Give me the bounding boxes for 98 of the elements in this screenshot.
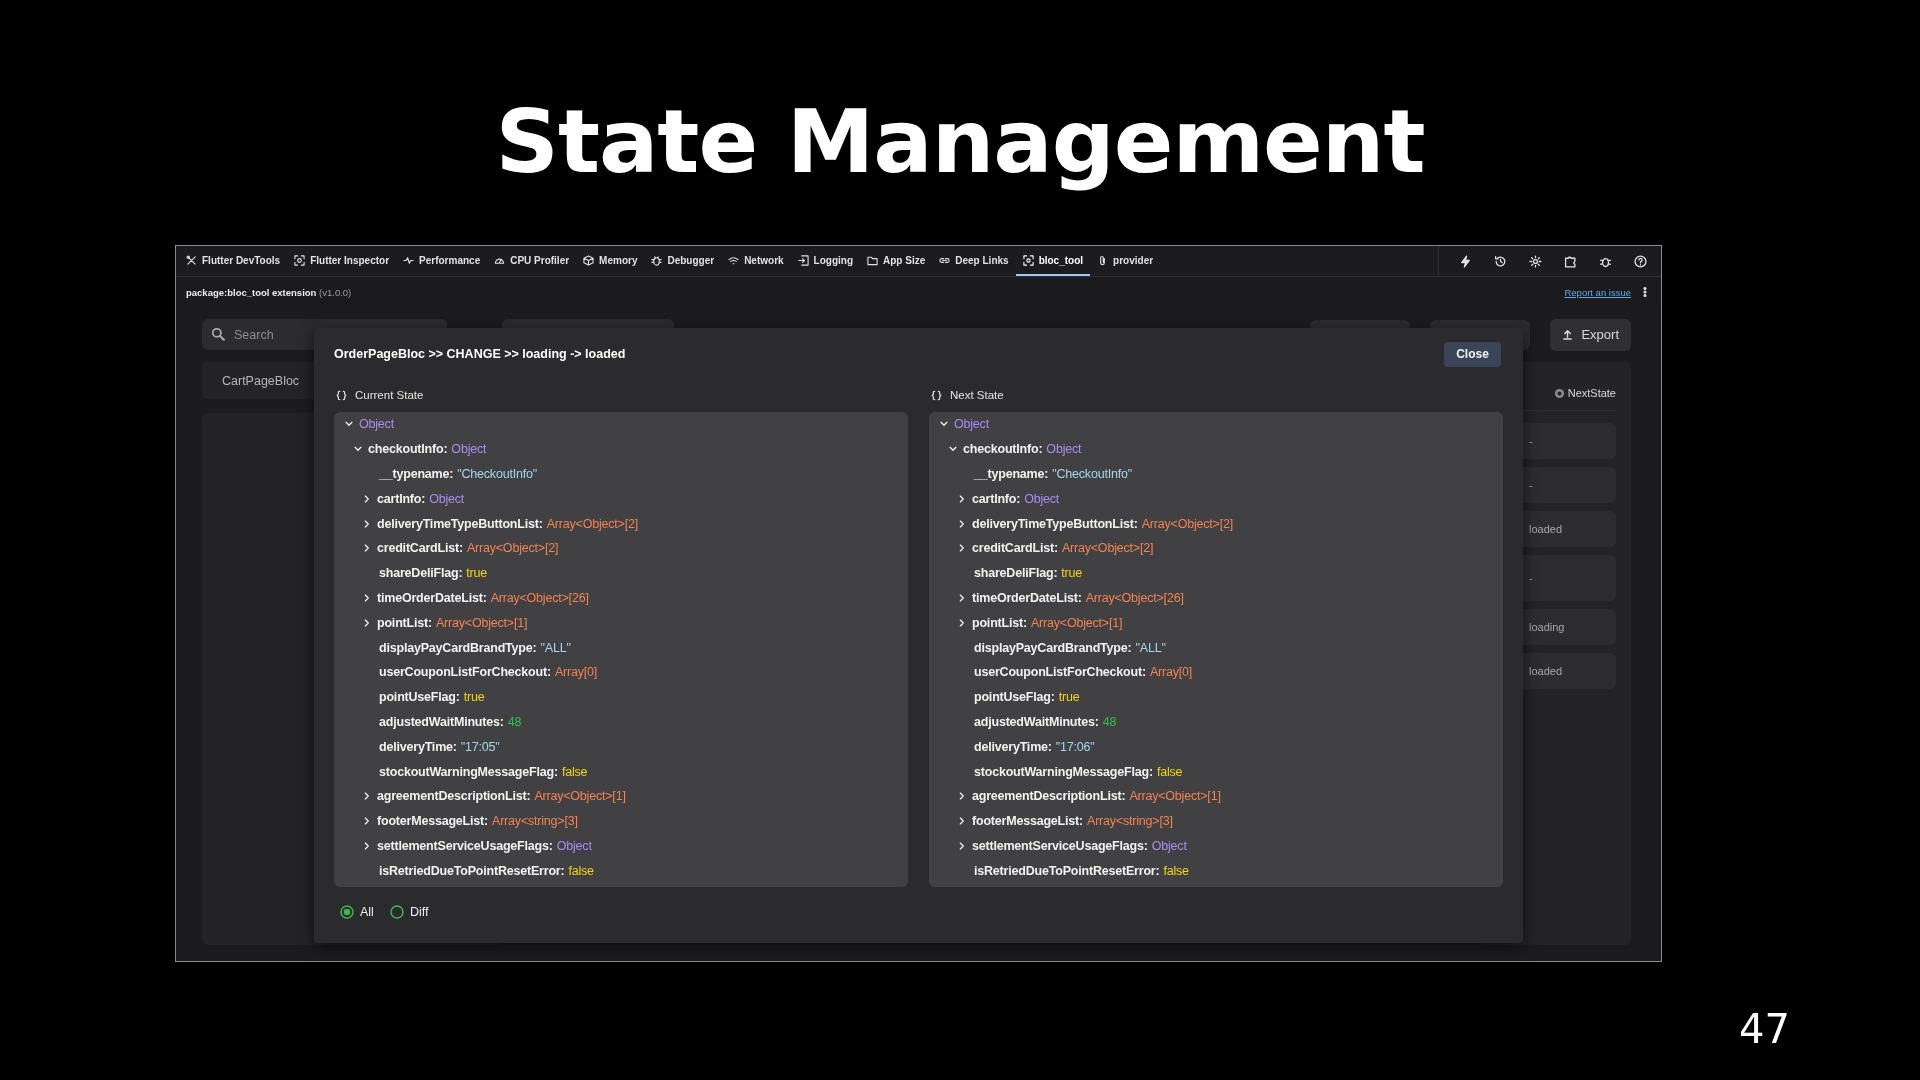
chevron-right-icon[interactable] <box>362 816 372 827</box>
chevron-right-icon[interactable] <box>957 840 967 851</box>
panel-label: Current State <box>355 389 424 401</box>
tree-node-label: deliveryTime: "17:05" <box>379 739 500 754</box>
toolbar-tab[interactable]: Flutter DevTools <box>179 246 288 276</box>
settings-icon[interactable] <box>1529 254 1542 268</box>
tree-node-label: displayPayCardBrandType: "ALL" <box>974 640 1166 655</box>
tree-node-label: timeOrderDateList: Array<Object>[26] <box>377 590 589 605</box>
slide-title: State Management <box>495 90 1425 193</box>
tree-node-label: creditCardList: Array<Object>[2] <box>377 541 559 556</box>
toolbar-tab[interactable]: Deep Links <box>932 246 1016 276</box>
dialog-title: OrderPageBloc >> CHANGE >> loading -> loaded <box>334 347 626 361</box>
close-button[interactable]: Close <box>1444 341 1501 367</box>
tree-node-label: checkoutInfo: Object <box>963 442 1082 457</box>
tree-node-label: stockoutWarningMessageFlag: false <box>379 764 588 779</box>
toolbar-tab[interactable]: provider <box>1090 246 1161 276</box>
more-icon[interactable] <box>1643 286 1647 298</box>
toolbar-tab[interactable]: Memory <box>576 246 645 276</box>
toolbar-tab[interactable]: Logging <box>790 246 861 276</box>
tree-node-label: settlementServiceUsageFlags: Object <box>377 838 592 853</box>
pulse-icon <box>403 254 415 266</box>
chevron-right-icon[interactable] <box>362 791 372 802</box>
page-number: 47 <box>1739 1006 1790 1052</box>
tree-node-label: checkoutInfo: Object <box>368 442 487 457</box>
chevron-right-icon[interactable] <box>362 518 372 529</box>
chevron-right-icon[interactable] <box>362 617 372 628</box>
tree-node-label: settlementServiceUsageFlags: Object <box>972 838 1187 853</box>
tree-node-label: agreementDescriptionList: Array<Object>[1] <box>972 789 1221 804</box>
export-button[interactable]: Export <box>1550 318 1631 351</box>
cube-icon <box>583 254 595 266</box>
tree-node-label: footerMessageList: Array<string>[3] <box>972 814 1173 829</box>
help-icon[interactable] <box>1634 254 1647 268</box>
tree-node-label: __typename: "CheckoutInfo" <box>379 467 537 481</box>
braces-icon <box>931 389 942 401</box>
tree-node-label: userCouponListForCheckout: Array[0] <box>379 665 598 680</box>
report-issue-link[interactable]: Report an issue <box>1564 286 1631 298</box>
extension-title: package:bloc_tool extension (v1.0.0) <box>186 286 352 298</box>
tree-node-label: Object <box>359 417 394 432</box>
inspector-icon <box>294 254 306 266</box>
tree-node-label: displayPayCardBrandType: "ALL" <box>379 640 571 655</box>
search-icon <box>211 327 225 341</box>
chevron-right-icon[interactable] <box>362 592 372 603</box>
tree-node-label: isRetriedDueToPointResetError: false <box>379 863 594 878</box>
tree-node-label: deliveryTimeTypeButtonList: Array<Object>[2] <box>972 516 1233 531</box>
folder-icon <box>867 254 879 266</box>
tree-node-label: Object <box>954 417 989 432</box>
history-icon[interactable] <box>1494 254 1507 268</box>
chevron-right-icon[interactable] <box>362 543 372 554</box>
radio-option[interactable]: All <box>340 905 374 919</box>
puzzle-icon[interactable] <box>1564 254 1577 268</box>
tree-node-label: shareDeliFlag: true <box>974 566 1083 581</box>
toolbar-tab[interactable]: Flutter Inspector <box>287 246 397 276</box>
tools-icon <box>186 254 197 266</box>
target-icon <box>1022 254 1034 266</box>
tree-node-label: cartInfo: Object <box>972 491 1060 506</box>
chevron-right-icon[interactable] <box>957 816 967 827</box>
tree-node-label: pointUseFlag: true <box>379 690 485 705</box>
tree-node-label: stockoutWarningMessageFlag: false <box>974 764 1183 779</box>
chevron-right-icon[interactable] <box>957 617 967 628</box>
toolbar-tab[interactable]: App Size <box>860 246 933 276</box>
toolbar-tab[interactable]: CPU Profiler <box>487 246 577 276</box>
tree-node-label: userCouponListForCheckout: Array[0] <box>974 665 1193 680</box>
list-header: NextState <box>1567 387 1616 399</box>
tree-node-label: pointUseFlag: true <box>974 690 1080 705</box>
tree-node-label: pointList: Array<Object>[1] <box>972 615 1123 630</box>
tree-node-label: shareDeliFlag: true <box>379 566 488 581</box>
tree-node-label: deliveryTime: "17:06" <box>974 739 1095 754</box>
tree-node-label: cartInfo: Object <box>377 491 465 506</box>
toolbar-tab[interactable]: Network <box>721 246 791 276</box>
tree-node-label: adjustedWaitMinutes: 48 <box>974 714 1117 729</box>
braces-icon <box>336 389 347 401</box>
panel-label: Next State <box>950 389 1004 401</box>
tree-node-label: footerMessageList: Array<string>[3] <box>377 814 578 829</box>
tree-node-label: timeOrderDateList: Array<Object>[26] <box>972 590 1184 605</box>
tree-node-label: pointList: Array<Object>[1] <box>377 615 528 630</box>
chevron-right-icon[interactable] <box>957 791 967 802</box>
toolbar-tab[interactable]: Performance <box>396 246 488 276</box>
lightning-icon[interactable] <box>1459 254 1472 268</box>
tree-node-label: agreementDescriptionList: Array<Object>[1] <box>377 789 626 804</box>
chevron-right-icon[interactable] <box>957 518 967 529</box>
toolbar-tab[interactable]: bloc_tool <box>1015 246 1091 276</box>
signal-icon <box>728 254 740 266</box>
tree-node-label: deliveryTimeTypeButtonList: Array<Object>[2] <box>377 516 638 531</box>
chevron-right-icon[interactable] <box>362 493 372 504</box>
chevron-right-icon[interactable] <box>362 840 372 851</box>
radio-icon[interactable] <box>1553 387 1565 399</box>
tree-node-label: creditCardList: Array<Object>[2] <box>972 541 1154 556</box>
log-icon <box>797 254 809 266</box>
tree-node-label: __typename: "CheckoutInfo" <box>974 467 1132 481</box>
tree-node-label: adjustedWaitMinutes: 48 <box>379 714 522 729</box>
bug-icon <box>651 254 663 266</box>
chevron-right-icon[interactable] <box>957 543 967 554</box>
tree-node-label: isRetriedDueToPointResetError: false <box>974 863 1189 878</box>
toolbar-tab[interactable]: Debugger <box>644 246 722 276</box>
radio-option[interactable]: Diff <box>389 905 429 919</box>
chevron-right-icon[interactable] <box>957 592 967 603</box>
chevron-right-icon[interactable] <box>957 493 967 504</box>
upload-icon <box>1562 329 1574 340</box>
